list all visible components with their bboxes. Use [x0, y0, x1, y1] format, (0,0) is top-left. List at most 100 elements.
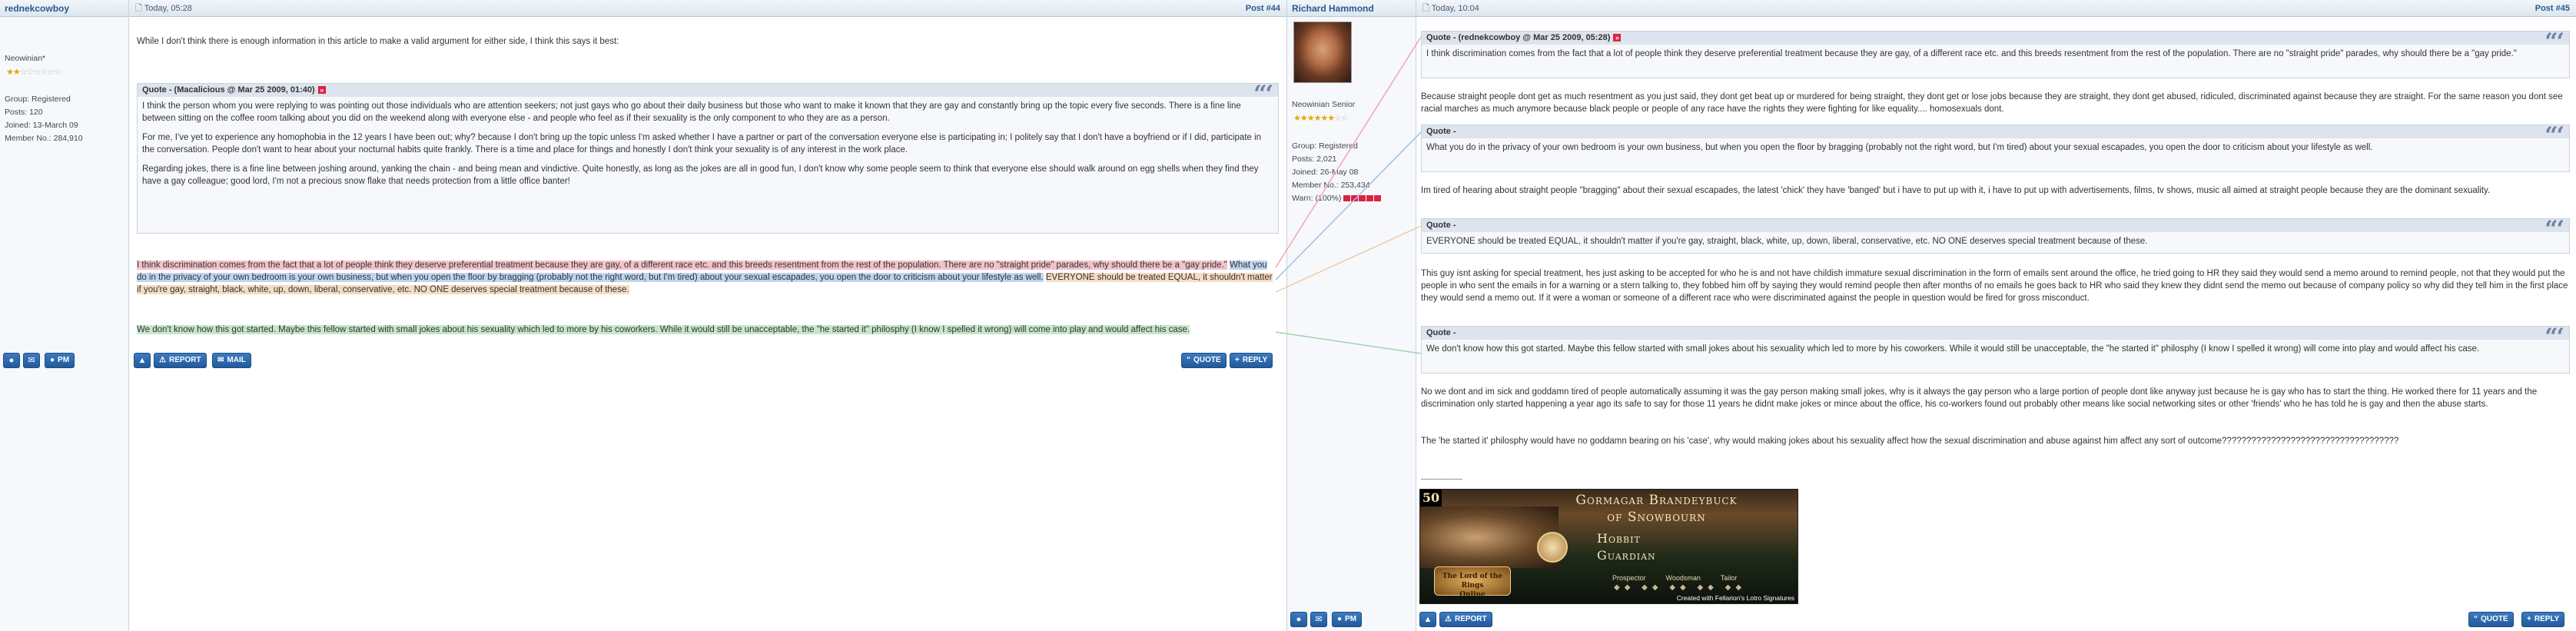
- reply-paragraph-5: The 'he started it' philosphy would have…: [1421, 437, 2399, 446]
- quote-icon: “‘: [1253, 81, 1273, 108]
- quote-block-2: Quote - “‘ What you do in the privacy of…: [1421, 122, 2570, 172]
- page-icon: 🗋: [135, 4, 142, 13]
- rating-stars: ★★☆☆☆☆☆☆: [6, 68, 61, 77]
- reply-button[interactable]: + REPLY: [2521, 612, 2565, 627]
- quote-mark-icon: “: [2474, 615, 2478, 623]
- character-class: Guardian: [1597, 548, 1656, 563]
- profile-button[interactable]: ●: [3, 353, 20, 368]
- plus-icon: +: [1235, 356, 1240, 364]
- pm-label: PM: [58, 356, 70, 364]
- report-button[interactable]: ⚠ REPORT: [1439, 612, 1492, 627]
- quote-header: Quote -: [1422, 219, 2569, 232]
- profession-label: Woodsman: [1665, 574, 1701, 582]
- character-realm: of Snowbourn: [1607, 510, 1706, 525]
- arrow-up-icon: ▲: [138, 356, 147, 365]
- profession-label: Prospector: [1612, 574, 1646, 582]
- user-stat-member-no: Member No.: 284,910: [5, 134, 83, 143]
- character-level: 50: [1420, 490, 1442, 506]
- reply-paragraph-2: Im tired of hearing about straight peopl…: [1421, 186, 2491, 195]
- username-link[interactable]: rednekcowboy: [0, 0, 128, 17]
- report-label: REPORT: [168, 356, 201, 364]
- user-stat-posts: Posts: 120: [5, 108, 43, 117]
- character-name: Gormagar Brandeybuck: [1575, 493, 1738, 508]
- warning-icon: ⚠: [1445, 615, 1452, 623]
- pm-label: PM: [1345, 615, 1357, 623]
- quote-link-icon[interactable]: »: [317, 86, 326, 95]
- quote-body: EVERYONE should be treated EQUAL, it sho…: [1426, 237, 2148, 246]
- highlighted-paragraph: I think discrimination comes from the fa…: [137, 259, 1276, 296]
- quote-block-3: Quote - “‘ EVERYONE should be treated EQ…: [1421, 216, 2570, 254]
- left-user-header: rednekcowboy: [0, 0, 128, 17]
- plus-icon: +: [2527, 615, 2531, 623]
- reply-label: REPLY: [2534, 615, 2560, 623]
- profession-label: Tailor: [1720, 574, 1738, 582]
- profession-labels: Prospector Woodsman Tailor: [1612, 574, 1737, 582]
- quote-body: I think discrimination comes from the fa…: [1426, 49, 2517, 58]
- post-number-link[interactable]: Post #44: [1246, 0, 1280, 17]
- quote-icon: “‘: [2544, 28, 2564, 55]
- username-link[interactable]: Richard Hammond: [1287, 0, 1416, 17]
- quote-block-4: Quote - “‘ We don't know how this got st…: [1421, 324, 2570, 374]
- signature-separator: ------------------: [1421, 475, 1462, 483]
- envelope-icon: ✉: [1315, 615, 1323, 624]
- quote-header: Quote - (rednekcowboy @ Mar 25 2009, 05:…: [1422, 32, 2569, 45]
- highlight-green: We don't know how this got started. Mayb…: [137, 325, 1190, 334]
- scroll-top-button[interactable]: ▲: [134, 353, 151, 368]
- reply-label: REPLY: [1242, 356, 1268, 364]
- quote-header: Quote -: [1422, 327, 2569, 340]
- forum-thread: rednekcowboy Neowinian* ★★☆☆☆☆☆☆ Group: …: [0, 0, 2576, 631]
- reply-paragraph-4: No we dont and im sick and goddamn tired…: [1421, 387, 2538, 409]
- pm-icon: ●: [50, 356, 55, 364]
- pm-icon: ●: [1337, 615, 1343, 623]
- envelope-icon: ✉: [28, 356, 35, 365]
- rating-stars: ★★★★★★☆☆: [1293, 114, 1349, 123]
- mail-button[interactable]: ✉ MAIL: [212, 353, 251, 368]
- user-stat-joined: Joined: 13-March 09: [5, 121, 78, 130]
- quote-button[interactable]: “QUOTE: [2468, 612, 2514, 627]
- email-button[interactable]: ✉: [23, 353, 40, 368]
- profile-button[interactable]: ●: [1290, 612, 1307, 627]
- scroll-top-button[interactable]: ▲: [1419, 612, 1436, 627]
- game-logo: The Lord of the Rings Online: [1434, 566, 1511, 599]
- right-post-body: 🗋 Today, 10:04 Post #45 Quote - (rednekc…: [1416, 0, 2576, 631]
- user-rank: Neowinian*: [5, 54, 46, 63]
- quote-block-1: Quote - (rednekcowboy @ Mar 25 2009, 05:…: [1421, 28, 2570, 78]
- signature-credit: Created with Fellarion's Lotro Signature…: [1676, 594, 1794, 602]
- pm-button[interactable]: ● PM: [45, 353, 75, 368]
- quote-header: Quote - (Macalicious @ Mar 25 2009, 01:4…: [138, 84, 1278, 97]
- quote-paragraph: Regarding jokes, there is a fine line be…: [142, 164, 1259, 186]
- warning-icon: ⚠: [159, 356, 166, 364]
- post-number-link[interactable]: Post #45: [2535, 0, 2570, 17]
- quote-button[interactable]: “QUOTE: [1181, 353, 1227, 368]
- reply-paragraph-3: This guy isnt asking for special treatme…: [1421, 269, 2568, 303]
- right-user-header: Richard Hammond: [1287, 0, 1416, 17]
- user-stat-group: Group: Registered: [1292, 141, 1358, 151]
- email-button[interactable]: ✉: [1310, 612, 1327, 627]
- quote-body: What you do in the privacy of your own b…: [1426, 143, 2373, 152]
- pm-button[interactable]: ● PM: [1332, 612, 1363, 627]
- post-date: 🗋 Today, 10:04: [1422, 4, 1479, 13]
- quote-paragraph: For me, I've yet to experience any homop…: [142, 133, 1262, 154]
- reply-button[interactable]: + REPLY: [1230, 353, 1273, 368]
- right-user-panel: Richard Hammond Neowinian Senior ★★★★★★☆…: [1287, 0, 1416, 631]
- highlighted-paragraph-2: We don't know how this got started. Mayb…: [137, 324, 1276, 336]
- user-stat-joined: Joined: 26-May 08: [1292, 168, 1359, 177]
- quote-icon: “‘: [2544, 216, 2564, 243]
- profession-tier-icons: ◆◆ ◆◆ ◆◆ ◆◆ ◆◆: [1614, 583, 1747, 592]
- user-rank: Neowinian Senior: [1292, 100, 1356, 109]
- user-stat-member-no: Member No.: 253,434: [1292, 181, 1370, 190]
- avatar: [1293, 22, 1352, 83]
- character-race: Hobbit: [1597, 531, 1641, 546]
- report-label: REPORT: [1454, 615, 1487, 623]
- report-button[interactable]: ⚠ REPORT: [154, 353, 207, 368]
- quote-link-icon[interactable]: »: [1613, 34, 1622, 42]
- signature-banner: 50 Gormagar Brandeybuck of Snowbourn Hob…: [1419, 489, 1798, 604]
- user-stat-posts: Posts: 2,021: [1292, 154, 1337, 164]
- quote-icon: “‘: [2544, 122, 2564, 149]
- highlight-red: I think discrimination comes from the fa…: [137, 261, 1227, 270]
- quote-paragraph: I think the person whom you were replyin…: [142, 101, 1241, 123]
- post-date: 🗋 Today, 05:28: [135, 4, 192, 13]
- quote-mark-icon: “: [1187, 356, 1190, 364]
- quote-header: Quote -: [1422, 125, 2569, 138]
- quote-block: Quote - (Macalicious @ Mar 25 2009, 01:4…: [137, 81, 1279, 234]
